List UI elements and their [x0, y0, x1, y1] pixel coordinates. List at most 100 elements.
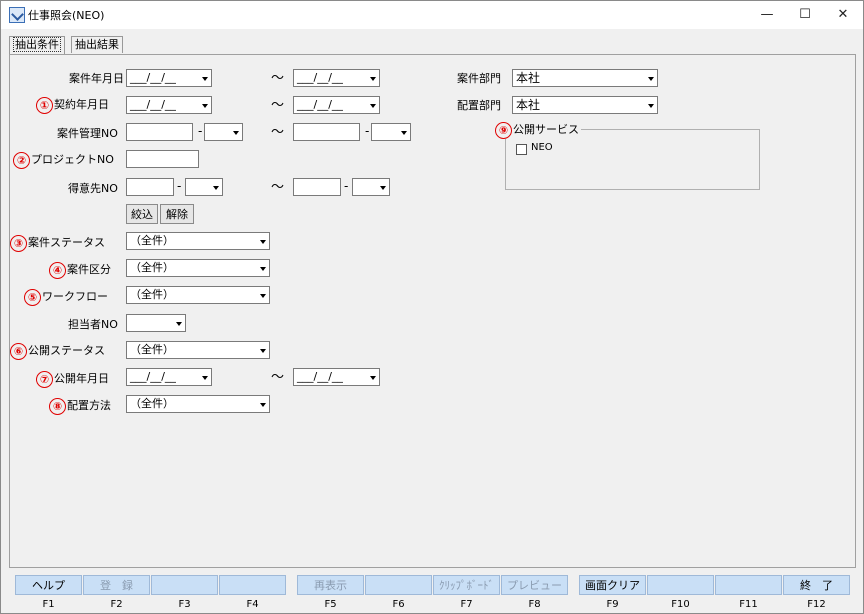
chevron-down-icon[interactable]	[377, 179, 389, 195]
chevron-down-icon[interactable]	[367, 70, 379, 86]
f9-clear-screen-button[interactable]: 画面クリア	[579, 575, 646, 595]
chevron-down-icon[interactable]	[398, 124, 410, 140]
chevron-down-icon[interactable]	[199, 97, 211, 113]
keiyaku-date-label-text: 契約年月日	[54, 98, 109, 111]
kokai-date-to-value: ___/__/__	[297, 370, 343, 383]
f2-key-label: F2	[110, 599, 123, 610]
chevron-down-icon[interactable]	[210, 179, 222, 195]
haichi-bumon-select[interactable]: 本社	[512, 96, 658, 114]
tantousha-select[interactable]	[126, 314, 186, 332]
chevron-down-icon[interactable]	[257, 233, 269, 249]
anken-kubun-label-text: 案件区分	[67, 263, 111, 276]
anken-kanri-select-2[interactable]	[371, 123, 411, 141]
haichi-houhou-select[interactable]: （全件）	[126, 395, 270, 413]
chevron-down-icon[interactable]	[173, 315, 185, 331]
kokai-date-from[interactable]: ___/__/__	[126, 368, 212, 386]
anken-kubun-label: ④ 案件区分	[49, 261, 111, 279]
close-button[interactable]: ✕	[825, 3, 861, 27]
minimize-button[interactable]: —	[749, 3, 785, 27]
clear-button[interactable]: 解除	[160, 204, 194, 224]
anken-kanri-input-1[interactable]	[126, 123, 193, 141]
chevron-down-icon[interactable]	[645, 70, 657, 86]
f5-redisplay-button[interactable]: 再表示	[297, 575, 364, 595]
f2-register-button[interactable]: 登 録	[83, 575, 150, 595]
f7-clipboard-button[interactable]: ｸﾘｯﾌﾟﾎﾞｰﾄﾞ	[433, 575, 500, 595]
anken-kanri-input-2[interactable]	[293, 123, 360, 141]
tab-conditions[interactable]: 抽出条件	[9, 36, 65, 54]
filter-button[interactable]: 絞込	[126, 204, 158, 224]
tokuisaki-input-2[interactable]	[293, 178, 341, 196]
anken-status-value: （全件）	[130, 234, 174, 247]
function-key-bar: ヘルプ 登 録 再表示 ｸﾘｯﾌﾟﾎﾞｰﾄﾞ プレビュー 画面クリア 終 了 F…	[15, 575, 855, 613]
marker-3: ③	[10, 234, 27, 252]
project-no-input[interactable]	[126, 150, 199, 168]
tab-results[interactable]: 抽出結果	[71, 36, 123, 53]
f8-preview-button[interactable]: プレビュー	[501, 575, 568, 595]
anken-bumon-value: 本社	[516, 71, 541, 85]
f9-key-label: F9	[606, 599, 619, 610]
chevron-down-icon[interactable]	[367, 97, 379, 113]
f11-button[interactable]	[715, 575, 782, 595]
anken-bumon-select[interactable]: 本社	[512, 69, 658, 87]
anken-kanri-label: 案件管理NO	[57, 127, 118, 140]
tokuisaki-select-2[interactable]	[352, 178, 390, 196]
keiyaku-date-from-value: ___/__/__	[130, 98, 176, 111]
keiyaku-date-from[interactable]: ___/__/__	[126, 96, 212, 114]
anken-kanri-select-1[interactable]	[204, 123, 243, 141]
chevron-down-icon[interactable]	[199, 369, 211, 385]
anken-date-label: 案件年月日	[69, 72, 124, 85]
haichi-houhou-label: ⑧ 配置方法	[49, 397, 111, 415]
anken-date-from[interactable]: ___/__/__	[126, 69, 212, 87]
f4-button[interactable]	[219, 575, 286, 595]
tilde: ～	[271, 180, 285, 195]
tokuisaki-input-1[interactable]	[126, 178, 174, 196]
tilde: ～	[271, 125, 285, 140]
kokai-service-label-text: 公開サービス	[513, 123, 579, 136]
f12-key-label: F12	[807, 599, 826, 610]
f12-exit-button[interactable]: 終 了	[783, 575, 850, 595]
anken-date-to[interactable]: ___/__/__	[293, 69, 380, 87]
chevron-down-icon[interactable]	[230, 124, 242, 140]
dash: -	[198, 124, 203, 138]
kokai-service-title: ⑨ 公開サービス	[495, 121, 581, 139]
keiyaku-date-to-value: ___/__/__	[297, 98, 343, 111]
workflow-select[interactable]: （全件）	[126, 286, 270, 304]
chevron-down-icon[interactable]	[257, 396, 269, 412]
f5-key-label: F5	[324, 599, 337, 610]
tokuisaki-label: 得意先NO	[68, 182, 118, 195]
marker-9: ⑨	[495, 121, 512, 139]
anken-status-label-text: 案件ステータス	[28, 236, 105, 249]
keiyaku-date-to[interactable]: ___/__/__	[293, 96, 380, 114]
tantousha-label: 担当者NO	[68, 318, 118, 331]
workflow-label: ⑤ ワークフロー	[24, 288, 108, 306]
kokai-date-to[interactable]: ___/__/__	[293, 368, 380, 386]
kokai-date-label: ⑦ 公開年月日	[36, 370, 109, 388]
chevron-down-icon[interactable]	[257, 287, 269, 303]
neo-checkbox[interactable]	[516, 144, 527, 155]
chevron-down-icon[interactable]	[645, 97, 657, 113]
anken-bumon-label: 案件部門	[457, 72, 501, 85]
neo-checkbox-label: NEO	[531, 142, 553, 153]
tokuisaki-select-1[interactable]	[185, 178, 223, 196]
marker-4: ④	[49, 261, 66, 279]
f10-button[interactable]	[647, 575, 714, 595]
f3-button[interactable]	[151, 575, 218, 595]
f6-button[interactable]	[365, 575, 432, 595]
chevron-down-icon[interactable]	[199, 70, 211, 86]
kokai-date-label-text: 公開年月日	[54, 372, 109, 385]
f1-key-label: F1	[42, 599, 55, 610]
f7-key-label: F7	[460, 599, 473, 610]
anken-date-to-value: ___/__/__	[297, 71, 343, 84]
chevron-down-icon[interactable]	[257, 260, 269, 276]
chevron-down-icon[interactable]	[367, 369, 379, 385]
f1-help-button[interactable]: ヘルプ	[15, 575, 82, 595]
marker-7: ⑦	[36, 370, 53, 388]
dash: -	[365, 124, 370, 138]
app-icon	[9, 7, 25, 23]
maximize-button[interactable]: ☐	[787, 3, 823, 27]
anken-status-select[interactable]: （全件）	[126, 232, 270, 250]
haichi-bumon-label: 配置部門	[457, 99, 501, 112]
kokai-status-select[interactable]: （全件）	[126, 341, 270, 359]
anken-kubun-select[interactable]: （全件）	[126, 259, 270, 277]
chevron-down-icon[interactable]	[257, 342, 269, 358]
